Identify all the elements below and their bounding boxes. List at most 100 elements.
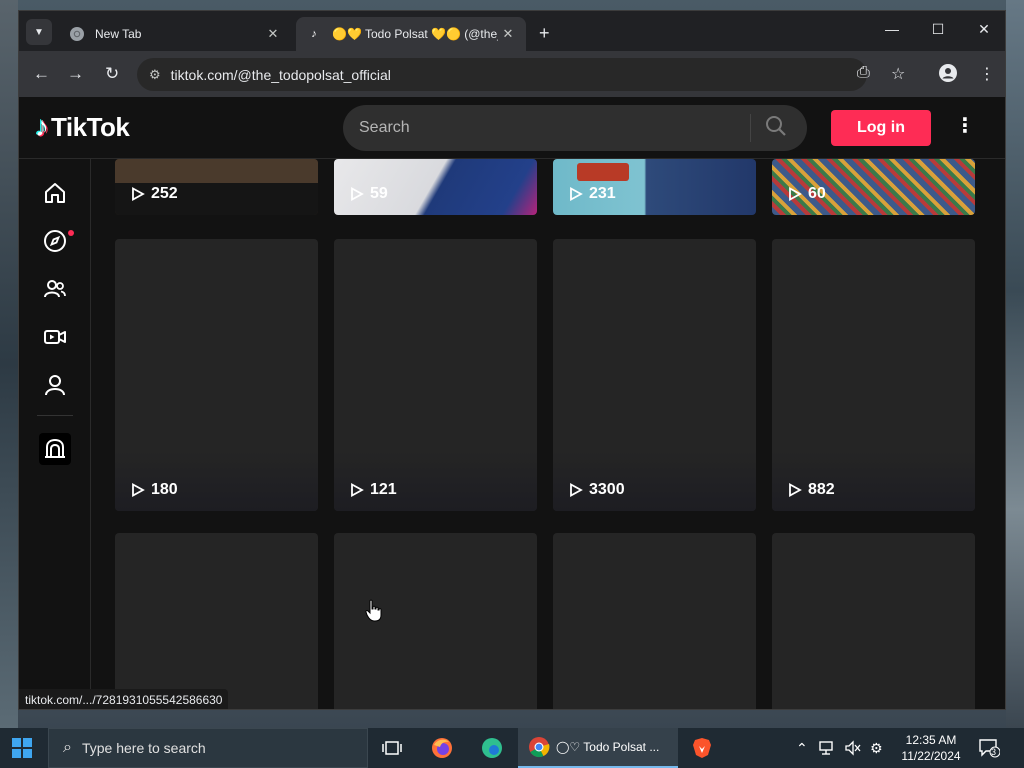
desktop-edge-left (0, 0, 18, 728)
tiktok-wordmark: TikTok (51, 111, 130, 142)
view-count: 882 (788, 481, 835, 499)
search-icon[interactable] (765, 115, 789, 142)
tiktok-page: 252 59 231 60 180 121 3300 882 ♪ TikTok … (19, 97, 1005, 709)
tray-overflow-icon[interactable]: ⌃ (796, 728, 808, 768)
network-icon[interactable] (818, 728, 836, 768)
tab-search-button[interactable]: ▼ (26, 19, 52, 45)
video-card[interactable]: 180 (115, 239, 318, 511)
site-info-icon[interactable]: ⚙ (149, 67, 161, 83)
video-grid: 252 59 231 60 180 121 3300 882 (19, 97, 1005, 709)
clock-time: 12:35 AM (905, 733, 957, 747)
edge-icon[interactable] (476, 728, 508, 768)
video-card[interactable]: 882 (772, 239, 975, 511)
hand-cursor-icon (365, 599, 383, 628)
browser-window: ▼ New Tab ✕ ♪ 🟡💛 Todo Polsat 💛🟡 (@the_to… (18, 10, 1006, 710)
install-app-icon[interactable]: ⎙ (857, 64, 870, 82)
video-card[interactable]: 59 (334, 159, 537, 215)
tiktok-icon: ♪ (311, 28, 317, 40)
status-url-bar: tiktok.com/.../7281931055542586630 (19, 689, 229, 709)
play-icon (789, 483, 802, 497)
volume-muted-icon[interactable] (844, 728, 862, 768)
play-icon (570, 187, 583, 201)
view-count: 60 (788, 185, 826, 203)
view-count: 3300 (569, 481, 625, 499)
notification-count: 3 (991, 747, 997, 757)
video-card[interactable] (115, 533, 318, 709)
tab-title: New Tab (95, 27, 142, 41)
chevron-down-icon: ▼ (34, 26, 44, 38)
video-card[interactable] (553, 533, 756, 709)
play-icon (132, 187, 145, 201)
video-card[interactable]: 3300 (553, 239, 756, 511)
view-count: 180 (131, 481, 178, 499)
windows-taskbar: ⌕ Type here to search ◯♡ Todo Polsat ...… (0, 728, 1024, 768)
taskbar-chrome-button[interactable]: ◯♡ Todo Polsat ... (518, 728, 678, 768)
browser-menu-icon[interactable]: ⋮ (979, 64, 995, 84)
close-window-button[interactable]: ✕ (961, 21, 1005, 38)
tiktok-header: ♪ TikTok Search Log in ⋮ (19, 97, 1005, 159)
back-arrow-icon[interactable]: ← (33, 64, 50, 84)
play-icon (789, 187, 802, 201)
chrome-icon (529, 737, 550, 758)
maximize-button[interactable]: ☐ (915, 21, 961, 38)
taskbar-clock[interactable]: 12:35 AM 11/22/2024 (896, 732, 966, 764)
profile-icon[interactable] (939, 64, 957, 87)
minimize-button[interactable]: — (869, 21, 915, 37)
taskbar-search-placeholder: Type here to search (81, 740, 206, 756)
windows-start-icon[interactable] (12, 738, 32, 758)
view-count: 231 (569, 185, 616, 203)
more-options-icon[interactable]: ⋮ (955, 113, 975, 138)
search-divider (750, 114, 751, 142)
url-text: tiktok.com/@the_todopolsat_official (170, 66, 391, 83)
bookmark-star-icon[interactable]: ☆ (891, 64, 905, 84)
video-thumbnail (577, 163, 629, 181)
play-icon (351, 187, 364, 201)
browser-toolbar: ← → ↻ ⚙ tiktok.com/@the_todopolsat_offic… (19, 51, 1005, 97)
close-icon[interactable]: ✕ (263, 26, 283, 42)
tab-bar: ▼ New Tab ✕ ♪ 🟡💛 Todo Polsat 💛🟡 (@the_to… (19, 11, 1005, 51)
video-card[interactable]: 252 (115, 159, 318, 215)
close-icon[interactable]: ✕ (498, 26, 518, 42)
tab-new-tab[interactable]: New Tab ✕ (59, 17, 291, 51)
forward-arrow-icon[interactable]: → (67, 64, 84, 84)
search-placeholder: Search (359, 119, 410, 136)
task-view-icon[interactable] (376, 728, 408, 768)
tab-tiktok[interactable]: ♪ 🟡💛 Todo Polsat 💛🟡 (@the_todopolsat_off… (296, 17, 526, 51)
search-icon: ⌕ (63, 739, 72, 756)
search-input[interactable]: Search (343, 105, 807, 151)
brave-icon[interactable] (686, 728, 718, 768)
sidebar-divider (37, 415, 73, 416)
desktop-edge-right (1006, 0, 1024, 728)
view-count: 252 (131, 185, 178, 203)
reload-icon[interactable]: ↻ (105, 64, 119, 84)
tiktok-note-icon: ♪ (35, 111, 49, 142)
address-bar[interactable]: ⚙ tiktok.com/@the_todopolsat_official (137, 58, 867, 91)
play-icon (132, 483, 145, 497)
notification-dot (68, 230, 74, 236)
explore-icon[interactable] (39, 225, 71, 257)
tiktok-logo[interactable]: ♪ TikTok (35, 111, 130, 143)
more-icon[interactable] (39, 433, 71, 465)
live-icon[interactable] (39, 321, 71, 353)
video-thumbnail (115, 159, 318, 183)
profile-icon[interactable] (39, 369, 71, 401)
video-card[interactable]: 121 (334, 239, 537, 511)
tiktok-sidebar (19, 159, 91, 709)
taskbar-search-input[interactable]: ⌕ Type here to search (48, 728, 368, 768)
play-icon (351, 483, 364, 497)
taskbar-chrome-label: ◯♡ Todo Polsat ... (556, 740, 660, 754)
notification-center-icon[interactable]: 3 (978, 728, 1000, 768)
login-button[interactable]: Log in (831, 110, 931, 146)
chrome-icon (69, 26, 85, 42)
firefox-icon[interactable] (426, 728, 458, 768)
new-tab-button[interactable]: + (539, 23, 550, 44)
video-card[interactable] (772, 533, 975, 709)
following-icon[interactable] (39, 273, 71, 305)
tab-title: 🟡💛 Todo Polsat 💛🟡 (@the_todopolsat_offic… (332, 27, 498, 41)
home-icon[interactable] (39, 177, 71, 209)
video-card[interactable]: 60 (772, 159, 975, 215)
video-card[interactable]: 231 (553, 159, 756, 215)
play-icon (570, 483, 583, 497)
view-count: 59 (350, 185, 388, 203)
settings-gear-icon[interactable]: ⚙ (870, 728, 883, 768)
